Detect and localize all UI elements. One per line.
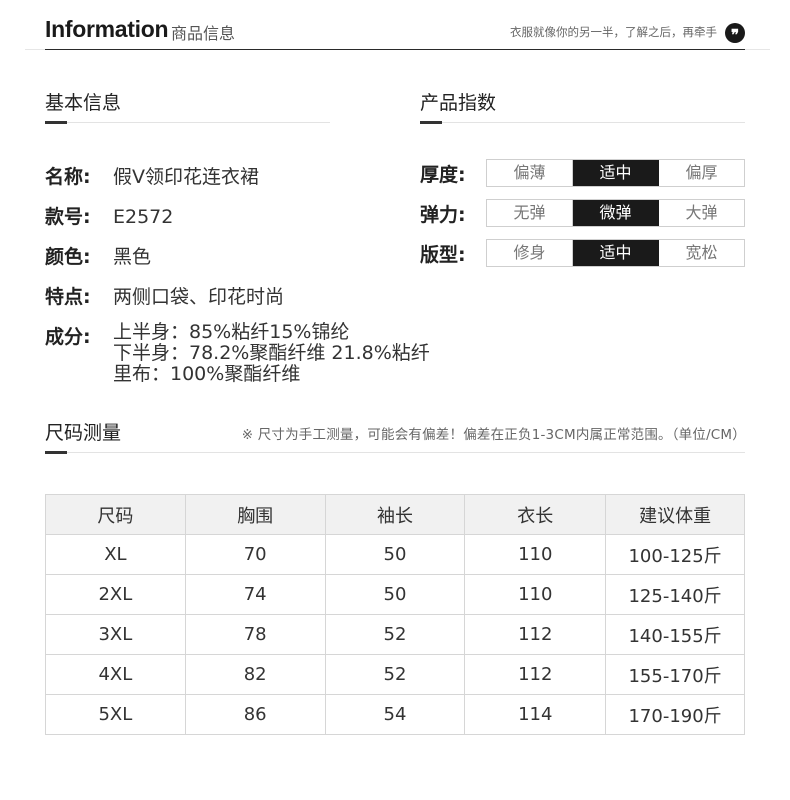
composition-line: 下半身：78.2%聚酯纤维 21.8%粘纤 <box>113 342 430 364</box>
composition-lines: 上半身：85%粘纤15%锦纶 下半身：78.2%聚酯纤维 21.8%粘纤 里布：… <box>113 322 473 385</box>
info-name: 名称: 假V领印花连衣裙 <box>45 162 259 189</box>
info-name-value: 假V领印花连衣裙 <box>113 166 259 188</box>
index-option: 适中 <box>573 160 659 186</box>
info-feature-label: 特点: <box>45 286 91 308</box>
table-cell: 4XL <box>45 654 186 695</box>
indices-title: 产品指数 <box>420 92 497 114</box>
table-row: 3XL 78 52 112 140-155斤 <box>45 614 745 655</box>
index-option: 适中 <box>573 240 659 266</box>
index-thickness-scale: 偏薄 适中 偏厚 <box>486 159 745 187</box>
index-elasticity: 弹力: 无弹 微弹 大弹 <box>420 199 745 227</box>
index-option: 偏厚 <box>685 163 718 182</box>
brand-subtitle: 商品信息 <box>171 24 236 43</box>
table-cell: 86 <box>184 694 326 735</box>
index-fit-scale: 修身 适中 宽松 <box>486 239 745 267</box>
table-cell: 110 <box>464 574 607 615</box>
table-row: 5XL 86 54 114 170-190斤 <box>45 694 745 735</box>
info-code-value: E2572 <box>113 206 174 228</box>
table-row: 2XL 74 50 110 125-140斤 <box>45 574 745 615</box>
index-option: 大弹 <box>685 203 718 222</box>
index-option: 无弹 <box>487 200 573 226</box>
info-feature-value: 两侧口袋、印花时尚 <box>113 286 285 308</box>
table-cell: 70 <box>184 534 326 575</box>
index-fit: 版型: 修身 适中 宽松 <box>420 239 745 267</box>
index-elasticity-label: 弹力: <box>420 204 466 226</box>
index-elasticity-scale: 无弹 微弹 大弹 <box>486 199 745 227</box>
table-cell: 155-170斤 <box>605 654 745 695</box>
size-note: ※ 尺寸为手工测量，可能会有偏差！偏差在正负1-3CM内属正常范围。（单位/CM… <box>241 427 746 443</box>
indices-mark <box>420 121 442 124</box>
basic-info-rule <box>45 122 330 123</box>
size-mark <box>45 451 67 454</box>
basic-info-mark <box>45 121 67 124</box>
composition-line: 里布：100%聚酯纤维 <box>113 363 301 385</box>
column-header: 建议体重 <box>605 494 745 535</box>
table-cell: 54 <box>324 694 466 735</box>
info-composition-label: 成分: <box>45 326 91 348</box>
composition-line: 上半身：85%粘纤15%锦纶 <box>113 321 350 343</box>
table-cell: 140-155斤 <box>605 614 745 655</box>
index-fit-label: 版型: <box>420 244 466 266</box>
column-header: 袖长 <box>324 494 466 535</box>
brand-title: Information <box>45 16 169 42</box>
table-cell: 50 <box>324 574 466 615</box>
info-feature: 特点: 两侧口袋、印花时尚 <box>45 282 284 309</box>
table-cell: 5XL <box>45 694 186 735</box>
column-header: 胸围 <box>184 494 326 535</box>
index-thickness-label: 厚度: <box>420 164 466 186</box>
table-cell: XL <box>45 534 186 575</box>
page-header: Information 商品信息 衣服就像你的另一半，了解之后，再牵手 ❞ <box>45 14 745 50</box>
column-header: 衣长 <box>464 494 607 535</box>
column-header: 尺码 <box>45 494 186 535</box>
table-cell: 112 <box>464 654 607 695</box>
header-divider <box>45 49 745 50</box>
table-cell: 52 <box>324 614 466 655</box>
info-color-value: 黑色 <box>113 246 152 268</box>
table-cell: 52 <box>324 654 466 695</box>
size-table: 尺码 胸围 袖长 衣长 建议体重 XL 70 50 110 100-125斤 2… <box>45 494 745 735</box>
basic-info-title: 基本信息 <box>45 92 122 114</box>
info-color: 颜色: 黑色 <box>45 242 151 269</box>
table-cell: 78 <box>184 614 326 655</box>
table-row: XL 70 50 110 100-125斤 <box>45 534 745 575</box>
index-option: 宽松 <box>685 243 718 262</box>
info-code: 款号: E2572 <box>45 202 173 229</box>
size-rule <box>45 452 745 453</box>
slogan: 衣服就像你的另一半，了解之后，再牵手 <box>510 25 717 39</box>
table-cell: 125-140斤 <box>605 574 745 615</box>
table-cell: 2XL <box>45 574 186 615</box>
table-header-row: 尺码 胸围 袖长 衣长 建议体重 <box>45 494 745 535</box>
table-cell: 110 <box>464 534 607 575</box>
table-cell: 74 <box>184 574 326 615</box>
table-cell: 100-125斤 <box>605 534 745 575</box>
table-cell: 82 <box>184 654 326 695</box>
quote-icon: ❞ <box>725 23 745 44</box>
table-cell: 114 <box>464 694 607 735</box>
table-cell: 170-190斤 <box>605 694 745 735</box>
table-cell: 112 <box>464 614 607 655</box>
size-title: 尺码测量 <box>45 422 122 444</box>
table-row: 4XL 82 52 112 155-170斤 <box>45 654 745 695</box>
index-option: 微弹 <box>573 200 659 226</box>
index-option: 修身 <box>487 240 573 266</box>
info-code-label: 款号: <box>45 206 91 228</box>
table-cell: 3XL <box>45 614 186 655</box>
index-option: 偏薄 <box>487 160 573 186</box>
table-cell: 50 <box>324 534 466 575</box>
indices-rule <box>420 122 745 123</box>
info-name-label: 名称: <box>45 166 91 188</box>
index-thickness: 厚度: 偏薄 适中 偏厚 <box>420 159 745 187</box>
info-color-label: 颜色: <box>45 246 91 268</box>
